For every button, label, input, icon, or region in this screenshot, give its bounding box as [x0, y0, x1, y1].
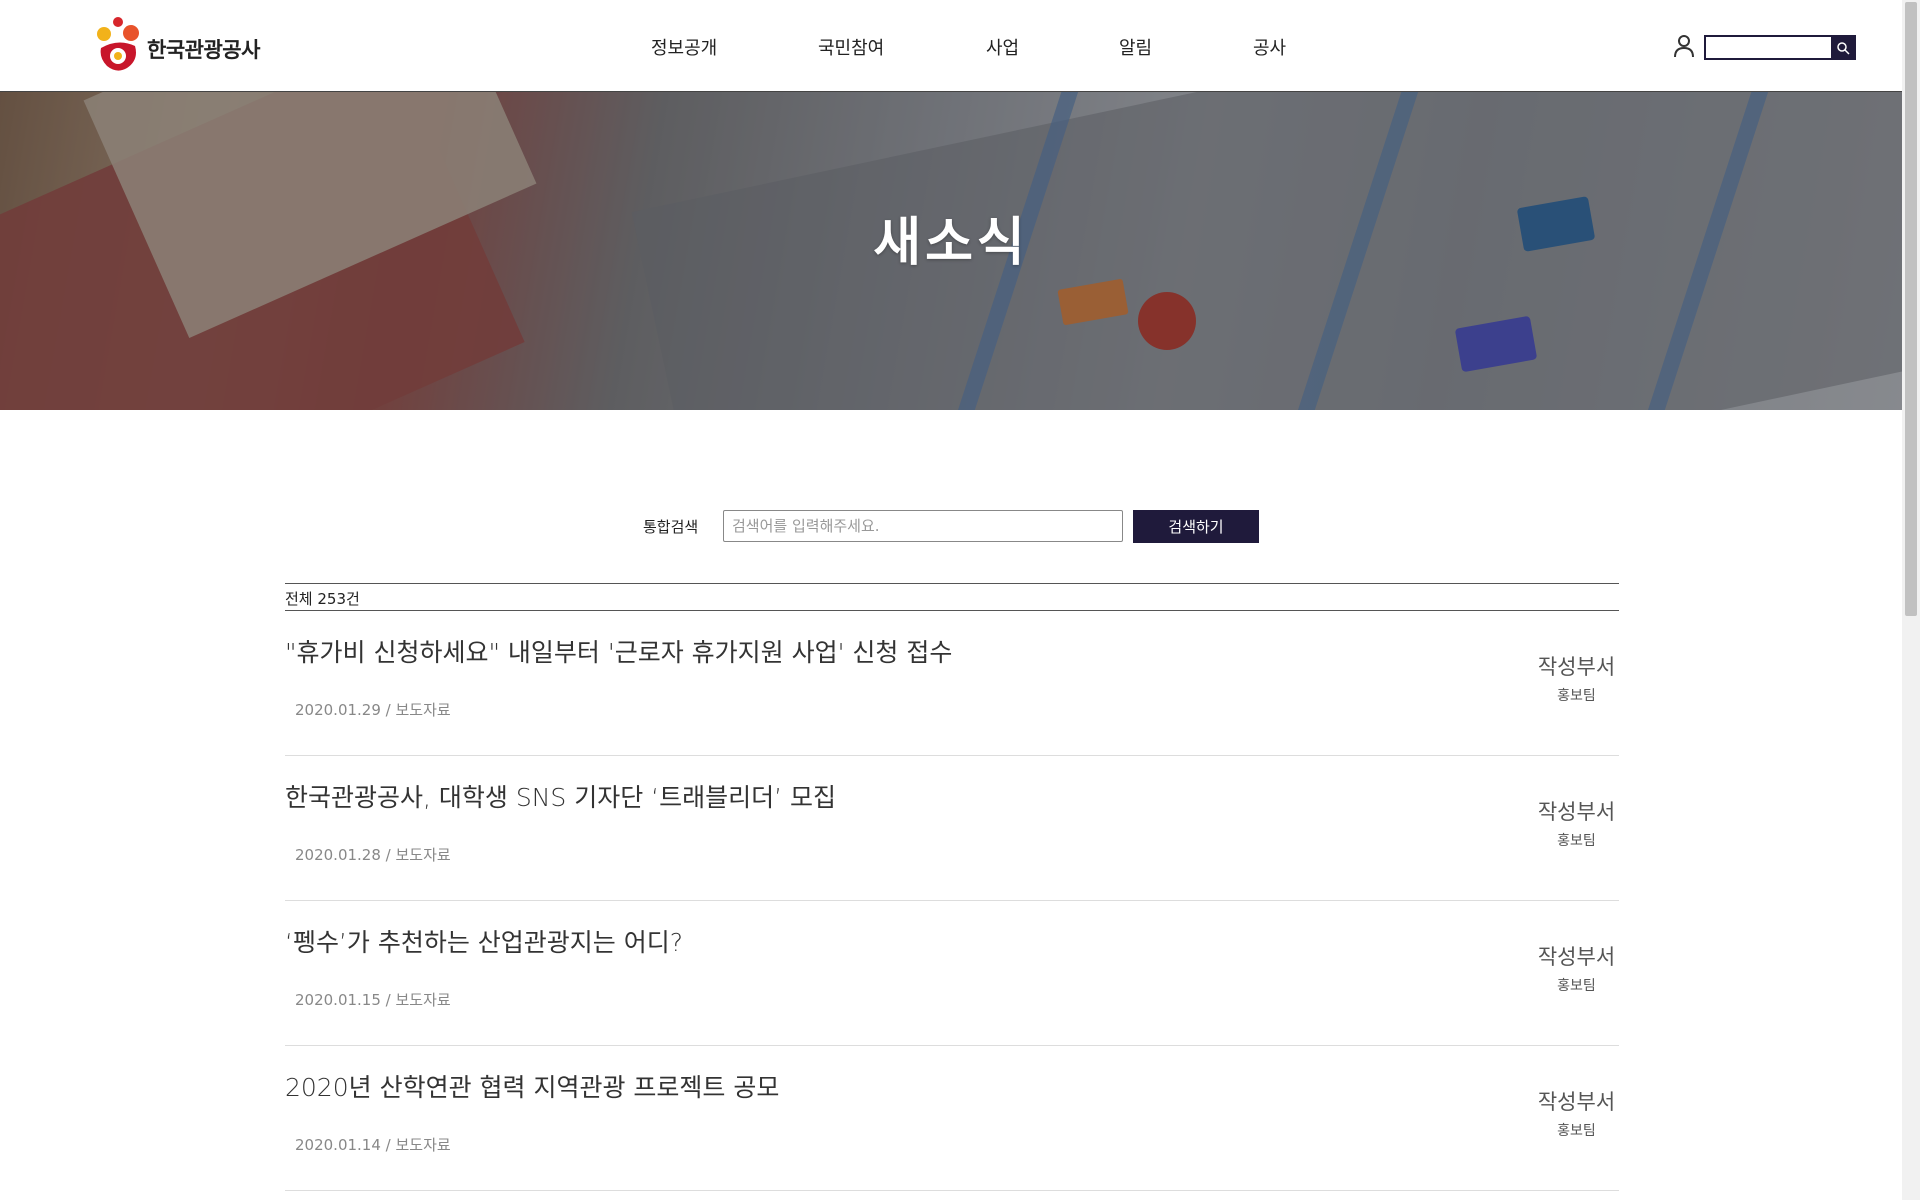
nav-item-participation[interactable]: 국민참여	[818, 34, 884, 60]
hero-banner: 새소식	[0, 92, 1902, 410]
nav-item-news[interactable]: 알림	[1119, 34, 1152, 60]
dept-label: 작성부서	[1537, 1090, 1616, 1114]
item-department: 작성부서 홍보팀	[1534, 941, 1619, 995]
search-input[interactable]	[723, 510, 1123, 542]
header-search-input[interactable]	[1706, 37, 1831, 58]
item-title[interactable]: 2020년 산학연관 협력 지역관광 프로젝트 공모	[285, 1068, 779, 1104]
dept-value: 홍보팀	[1557, 978, 1596, 994]
total-count: 전체 253건	[285, 583, 1619, 611]
dept-value: 홍보팀	[1557, 1123, 1596, 1139]
news-list: 전체 253건 "휴가비 신청하세요" 내일부터 '근로자 휴가지원 사업' 신…	[285, 583, 1619, 1191]
nav-item-business[interactable]: 사업	[986, 34, 1019, 60]
header-search	[1704, 35, 1856, 60]
list-item: "휴가비 신청하세요" 내일부터 '근로자 휴가지원 사업' 신청 접수 202…	[285, 611, 1619, 756]
item-meta: 2020.01.15 / 보도자료	[295, 991, 451, 1009]
dept-label: 작성부서	[1537, 945, 1616, 969]
list-item: 한국관광공사, 대학생 SNS 기자단 ‘트래블리더’ 모집 2020.01.2…	[285, 756, 1619, 901]
page-scrollbar[interactable]	[1902, 0, 1920, 1200]
header-search-button[interactable]	[1831, 37, 1854, 58]
scrollbar-thumb[interactable]	[1905, 2, 1917, 616]
item-department: 작성부서 홍보팀	[1534, 651, 1619, 705]
item-meta: 2020.01.29 / 보도자료	[295, 701, 451, 719]
item-department: 작성부서 홍보팀	[1534, 1086, 1619, 1140]
search-button[interactable]: 검색하기	[1133, 510, 1259, 543]
item-title[interactable]: 한국관광공사, 대학생 SNS 기자단 ‘트래블리더’ 모집	[285, 778, 836, 814]
search-icon	[1836, 41, 1850, 55]
hero-title: 새소식	[873, 213, 1029, 273]
item-department: 작성부서 홍보팀	[1534, 796, 1619, 850]
item-meta: 2020.01.28 / 보도자료	[295, 846, 451, 864]
search-label: 통합검색	[643, 518, 699, 536]
nav-item-corporation[interactable]: 공사	[1253, 34, 1286, 60]
dept-value: 홍보팀	[1557, 688, 1596, 704]
dept-label: 작성부서	[1537, 800, 1616, 824]
main-nav: 정보공개 국민참여 사업 알림 공사	[0, 34, 1902, 64]
user-icon[interactable]	[1673, 34, 1695, 58]
list-item: ‘펭수’가 추천하는 산업관광지는 어디? 2020.01.15 / 보도자료 …	[285, 901, 1619, 1046]
item-title[interactable]: ‘펭수’가 추천하는 산업관광지는 어디?	[285, 923, 683, 959]
item-meta: 2020.01.14 / 보도자료	[295, 1136, 451, 1154]
nav-item-info[interactable]: 정보공개	[651, 34, 717, 60]
item-title[interactable]: "휴가비 신청하세요" 내일부터 '근로자 휴가지원 사업' 신청 접수	[285, 633, 952, 669]
list-item: 2020년 산학연관 협력 지역관광 프로젝트 공모 2020.01.14 / …	[285, 1046, 1619, 1191]
dept-label: 작성부서	[1537, 655, 1616, 679]
dept-value: 홍보팀	[1557, 833, 1596, 849]
site-header: 한국관광공사 정보공개 국민참여 사업 알림 공사	[0, 0, 1902, 92]
